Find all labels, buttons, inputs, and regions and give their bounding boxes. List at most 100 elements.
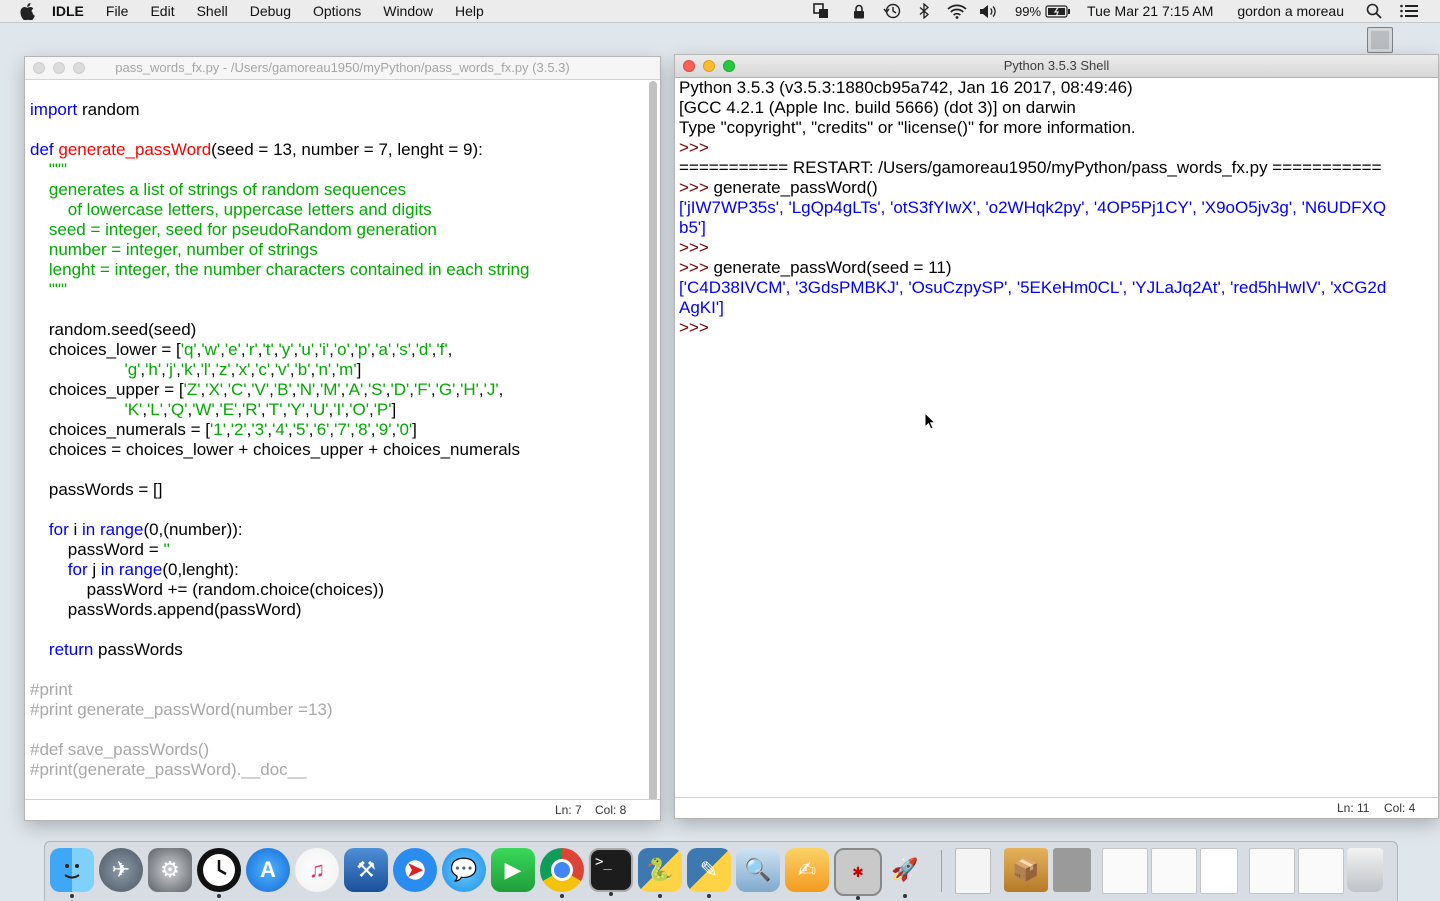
launchpad-icon[interactable]: ✈ bbox=[99, 848, 143, 892]
editor-code-line: random.seed(seed) bbox=[30, 320, 197, 339]
editor-col-number: Col: 8 bbox=[595, 803, 627, 817]
close-button[interactable] bbox=[33, 62, 45, 74]
time-machine-icon[interactable] bbox=[883, 3, 901, 19]
editor-code-line: passWords.append(passWord) bbox=[30, 600, 302, 619]
editor-window: pass_words_fx.py - /Users/gamoreau1950/m… bbox=[25, 57, 660, 820]
volume-icon[interactable] bbox=[979, 4, 997, 19]
system-preferences-icon[interactable]: ⚙ bbox=[148, 848, 192, 892]
battery-icon[interactable] bbox=[1045, 4, 1071, 18]
editor-code-line: #def save_passWords() bbox=[30, 740, 210, 759]
shell-titlebar[interactable]: Python 3.5.3 Shell bbox=[675, 55, 1438, 78]
editor-code-line: ​ bbox=[30, 500, 642, 520]
editor-code-line: 'g','h','j','k','l','z','x','c','v','b',… bbox=[124, 360, 362, 379]
editor-code-line: number = integer, number of strings bbox=[30, 240, 318, 259]
shell-line: =========== RESTART: /Users/gamoreau1950… bbox=[679, 158, 1382, 177]
finder-icon[interactable] bbox=[50, 848, 94, 898]
zoom-button[interactable] bbox=[73, 62, 85, 74]
shell-line: >>> bbox=[679, 318, 1431, 338]
editor-code-line: choices_lower = ['q','w','e','r','t','y'… bbox=[30, 340, 453, 359]
messages-icon[interactable]: 💬 bbox=[442, 848, 486, 892]
package-icon[interactable]: 📦 bbox=[1004, 848, 1048, 892]
document-icon[interactable] bbox=[1200, 848, 1238, 894]
shell-line: ['C4D38IVCM', '3GdsPMBKJ', 'OsuCzpySP', … bbox=[679, 278, 1387, 297]
screenshot-icon[interactable] bbox=[1298, 848, 1344, 894]
spotlight-icon[interactable] bbox=[1366, 3, 1382, 19]
clock-icon[interactable] bbox=[197, 848, 241, 898]
editor-code-line: choices = choices_lower + choices_upper … bbox=[30, 440, 520, 459]
shell-line: ['jIW7WP35s', 'LgQp4gLTs', 'otS3fYIwX', … bbox=[679, 198, 1387, 217]
xcode-icon[interactable]: ⚒ bbox=[344, 848, 388, 892]
clock-datetime[interactable]: Tue Mar 21 7:15 AM bbox=[1087, 3, 1213, 19]
menu-debug[interactable]: Debug bbox=[250, 3, 291, 19]
editor-code-line: """ bbox=[30, 160, 67, 179]
minimize-button[interactable] bbox=[53, 62, 65, 74]
idle-icon[interactable]: ✎ bbox=[687, 848, 731, 898]
notification-center-icon[interactable] bbox=[1400, 4, 1418, 18]
menu-options[interactable]: Options bbox=[313, 3, 361, 19]
shell-col-number: Col: 4 bbox=[1384, 801, 1416, 815]
screenshot-icon[interactable] bbox=[1249, 848, 1295, 894]
editor-code-line: ​ bbox=[30, 460, 642, 480]
editor-titlebar[interactable]: pass_words_fx.py - /Users/gamoreau1950/m… bbox=[25, 57, 660, 80]
bluetooth-icon[interactable] bbox=[919, 3, 929, 19]
editor-code-line: passWord += (random.choice(choices)) bbox=[30, 580, 384, 599]
editor-code-line: choices_numerals = ['1','2','3','4','5',… bbox=[30, 420, 417, 439]
rocket-icon[interactable]: 🚀 bbox=[883, 848, 927, 898]
chrome-icon[interactable] bbox=[540, 848, 584, 898]
terminal-icon[interactable]: >_ bbox=[589, 848, 633, 896]
editor-title: pass_words_fx.py - /Users/gamoreau1950/m… bbox=[115, 60, 570, 75]
safari-icon[interactable]: ➤ bbox=[393, 848, 437, 892]
wifi-icon[interactable] bbox=[947, 4, 967, 19]
editor-scrollbar[interactable] bbox=[649, 81, 657, 819]
menu-window[interactable]: Window bbox=[383, 3, 433, 19]
editor-code-line: for i in range(0,(number)): bbox=[48, 520, 243, 539]
editor-code-line: ​ bbox=[30, 300, 642, 320]
screenshot-icon[interactable] bbox=[1151, 848, 1197, 894]
shell-statusbar: Ln: 11 Col: 4 bbox=[675, 797, 1438, 818]
zoom-button[interactable] bbox=[723, 60, 735, 72]
editor-code-line: #print generate_passWord(number =13) bbox=[30, 700, 333, 719]
shell-prompt: >>> bbox=[679, 178, 714, 197]
menu-edit[interactable]: Edit bbox=[150, 3, 174, 19]
desktop-drive-icon[interactable] bbox=[1367, 27, 1393, 53]
menu-help[interactable]: Help bbox=[455, 3, 484, 19]
screenshot-icon[interactable] bbox=[1102, 848, 1148, 894]
lock-icon[interactable] bbox=[853, 4, 865, 19]
editor-code-line: #print(generate_passWord).__doc__ bbox=[30, 760, 307, 779]
editor-code-line: ​ bbox=[30, 120, 642, 140]
close-button[interactable] bbox=[683, 60, 695, 72]
menu-file[interactable]: File bbox=[106, 3, 129, 19]
screen-mirror-icon[interactable] bbox=[813, 3, 829, 19]
editor-code-line: 'K','L','Q','W','E','R','T','Y','U','I',… bbox=[124, 400, 397, 419]
facetime-icon[interactable]: ▶ bbox=[491, 848, 535, 892]
editor-code-line: ​ bbox=[30, 660, 642, 680]
editor-code-line: """ bbox=[30, 280, 67, 299]
shell-title: Python 3.5.3 Shell bbox=[1003, 58, 1110, 73]
editor-code-line: import random bbox=[30, 100, 140, 119]
minimize-button[interactable] bbox=[703, 60, 715, 72]
document-icon[interactable] bbox=[955, 848, 991, 894]
editor-code-line: seed = integer, seed for pseudoRandom ge… bbox=[30, 220, 437, 239]
editor-code-line: #print bbox=[30, 680, 73, 699]
shell-line-number: Ln: 11 bbox=[1337, 801, 1370, 815]
menu-shell[interactable]: Shell bbox=[197, 3, 228, 19]
itunes-icon[interactable]: ♫ bbox=[295, 848, 339, 892]
dock-separator bbox=[941, 850, 942, 892]
editor-code-line: ​ bbox=[30, 80, 642, 100]
preview-icon[interactable]: 🔍 bbox=[736, 848, 780, 892]
minesweeper-icon[interactable]: ✱ bbox=[834, 848, 882, 900]
apple-menu-icon[interactable] bbox=[20, 3, 38, 20]
shell-text-area[interactable]: Python 3.5.3 (v3.5.3:1880cb95a742, Jan 1… bbox=[679, 78, 1431, 338]
python-launcher-icon[interactable]: 🐍 bbox=[638, 848, 682, 898]
editor-text-area[interactable]: ​import random​def generate_passWord(see… bbox=[30, 80, 642, 780]
shell-line: Python 3.5.3 (v3.5.3:1880cb95a742, Jan 1… bbox=[679, 78, 1133, 97]
editor-line-number: Ln: 7 bbox=[555, 803, 582, 817]
app-store-icon[interactable]: A bbox=[246, 848, 290, 892]
editor-code-line: generates a list of strings of random se… bbox=[30, 180, 407, 199]
calculator-icon[interactable] bbox=[1053, 848, 1091, 892]
app-menu-idle[interactable]: IDLE bbox=[52, 3, 84, 19]
pages-icon[interactable]: ✍ bbox=[785, 848, 829, 892]
trash-icon[interactable] bbox=[1347, 848, 1383, 892]
shell-prompt: >>> bbox=[679, 318, 714, 337]
user-name[interactable]: gordon a moreau bbox=[1237, 3, 1344, 19]
